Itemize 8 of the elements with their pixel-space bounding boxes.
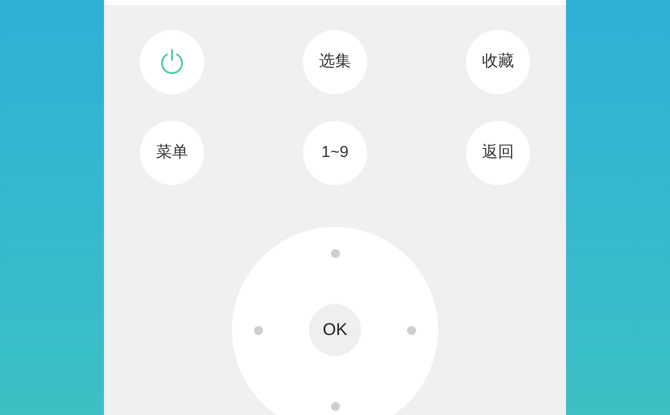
ok-button[interactable]: OK (309, 304, 361, 356)
power-icon (159, 48, 185, 76)
remote-button[interactable]: 收藏 (466, 30, 530, 94)
remote-button[interactable]: 菜单 (140, 121, 204, 185)
direction-pad[interactable]: OK (232, 227, 438, 415)
remote-button[interactable]: 1~9 (303, 121, 367, 185)
remote-button[interactable]: 返回 (466, 121, 530, 185)
remote-button[interactable]: 选集 (303, 30, 367, 94)
